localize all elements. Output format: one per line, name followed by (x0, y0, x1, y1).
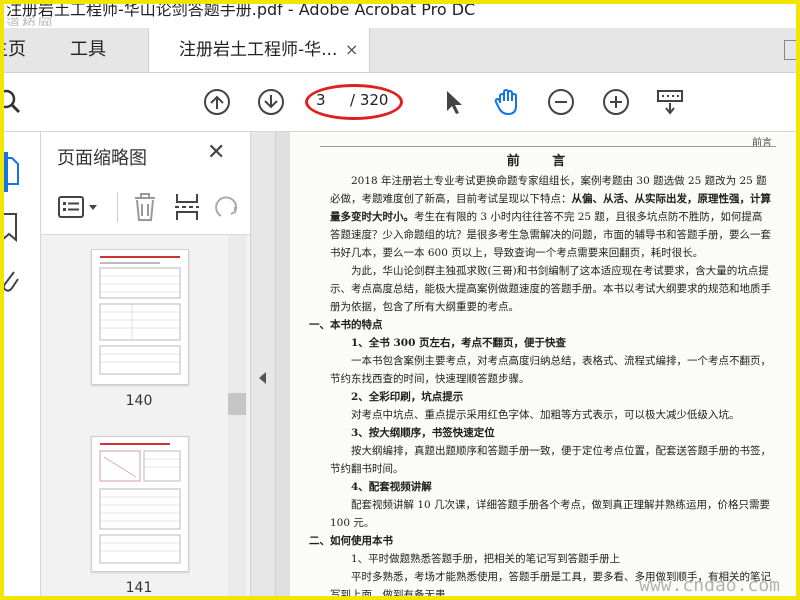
collapse-arrow-icon (259, 372, 266, 384)
thumbnail-label-141: 141 (125, 580, 153, 596)
delete-page-icon[interactable] (131, 192, 159, 222)
paragraph: 1、平时做题熟悉答题手册，把相关的笔记写到答题手册上 (330, 550, 772, 568)
text-run: 配套视频讲解 10 几次课，详细答题手册各个考点，做到真正理解并熟练运用，价格只… (330, 499, 771, 529)
window-corner-icon (784, 40, 796, 60)
page-down-icon[interactable] (256, 87, 286, 117)
text-run: 一本书包含案例主要考点，对考点高度归纳总结，表格式、流程式编排，一个考点不翻页，… (330, 355, 771, 385)
paragraph: 为此，华山论剑群主独孤求败(三哥)和书剑编制了这本适应现在考试要求，含大量的坑点… (330, 262, 772, 316)
zoom-in-icon[interactable] (601, 87, 631, 117)
toolbar: 3 / 320 (4, 73, 796, 132)
text-run: 二、如何使用本书 (309, 535, 393, 547)
watermark-bottom: www.cndao.com (639, 575, 780, 596)
thumbnail-preview (99, 256, 181, 375)
panel-title: 页面缩略图 (57, 148, 147, 169)
text-run: 一、本书的特点 (309, 319, 383, 331)
page-heading: 前 言 (506, 154, 580, 169)
thumbnail-scrollbar-thumb[interactable] (228, 393, 246, 415)
section-heading: 二、如何使用本书 (309, 532, 772, 550)
document-view[interactable]: 前言 前 言 2018 年注册岩土专业考试更换命题专家组组长，案例考题由 30 … (276, 132, 796, 596)
acrobat-window: 注册岩土工程师-华山论剑答题手册.pdf - Adobe Acrobat Pro… (0, 0, 800, 600)
thumbnail-page-140[interactable] (91, 249, 189, 385)
tab-tools[interactable]: 工具 (70, 28, 106, 72)
zoom-out-icon[interactable] (546, 87, 576, 117)
window-title: 注册岩土工程师-华山论剑答题手册.pdf - Adobe Acrobat Pro… (6, 4, 476, 19)
text-run: 4、配套视频讲解 (351, 481, 432, 493)
text-run: 对考点中坑点、重点提示采用红色字体、加粗等方式表示，可以极大减少低级入坑。 (351, 409, 740, 421)
thumbnail-page-141[interactable] (91, 436, 189, 572)
subsection-heading: 4、配套视频讲解 (330, 478, 772, 496)
panel-collapse-handle[interactable] (251, 132, 276, 596)
search-icon[interactable] (0, 87, 26, 117)
title-bar: 注册岩土工程师-华山论剑答题手册.pdf - Adobe Acrobat Pro… (4, 4, 796, 26)
section-heading: 一、本书的特点 (309, 316, 772, 334)
subsection-heading: 2、全彩印刷，坑点提示 (330, 388, 772, 406)
page-thumbnails-panel: 页面缩略图 ✕ 140 141 (41, 132, 251, 596)
extract-page-icon[interactable] (173, 192, 201, 222)
tab-bar: 主页 工具 注册岩土工程师-华... × (4, 28, 796, 73)
thumbnail-toolbar (41, 182, 250, 235)
tab-document-label: 注册岩土工程师-华... (179, 40, 338, 60)
subsection-heading: 3、按大纲顺序，书签快速定位 (330, 424, 772, 442)
toolbar-divider (117, 192, 118, 222)
select-cursor-icon[interactable] (438, 87, 468, 117)
tab-close-button[interactable]: × (345, 28, 358, 72)
attachments-icon[interactable] (0, 266, 22, 296)
rotate-page-icon[interactable] (213, 192, 241, 222)
paragraph: 配套视频讲解 10 几次课，详细答题手册各个考点，做到真正理解并熟练运用，价格只… (330, 496, 772, 532)
page-thumbnails-icon[interactable] (0, 156, 22, 186)
panel-close-button[interactable]: ✕ (207, 140, 225, 165)
text-run: 1、全书 300 页左右，考点不翻页，便于快查 (351, 337, 567, 349)
paragraph: 对考点中坑点、重点提示采用红色字体、加粗等方式表示，可以极大减少低级入坑。 (330, 406, 772, 424)
paragraph: 按大纲编排，真题出题顺序和答题手册一致，便于定位考点位置，配套送答题手册的书签，… (330, 442, 772, 478)
red-annotation-circle (305, 84, 403, 120)
thumbnail-preview (99, 443, 181, 564)
keyboard-scroll-icon[interactable] (655, 87, 685, 117)
thumbnail-list: 140 141 (41, 235, 250, 596)
text-run: 按大纲编排，真题出题顺序和答题手册一致，便于定位考点位置，配套送答题手册的书签，… (330, 445, 771, 475)
hand-tool-icon[interactable] (492, 87, 522, 117)
text-run: 为此，华山论剑群主独孤求败(三哥)和书剑编制了这本适应现在考试要求，含大量的坑点… (330, 265, 771, 313)
text-run: 1、平时做题熟悉答题手册，把相关的笔记写到答题手册上 (351, 553, 621, 565)
thumbnail-scrollbar-track[interactable] (228, 235, 246, 596)
page-up-icon[interactable] (202, 87, 232, 117)
paragraph: 2018 年注册岩土专业考试更换命题专家组组长，案例考题由 30 题选做 25 … (330, 172, 772, 262)
document-page: 前言 前 言 2018 年注册岩土专业考试更换命题专家组组长，案例考题由 30 … (290, 132, 796, 596)
text-run: 2、全彩印刷，坑点提示 (351, 391, 464, 403)
left-navigation-rail (4, 132, 41, 596)
subsection-heading: 1、全书 300 页左右，考点不翻页，便于快查 (330, 334, 772, 352)
header-rule (320, 146, 776, 147)
watermark-top: 道桥网 (6, 17, 54, 26)
tab-home[interactable]: 主页 (4, 28, 26, 72)
thumbnail-options-icon[interactable] (57, 194, 101, 222)
paragraph: 一本书包含案例主要考点，对考点高度归纳总结，表格式、流程式编排，一个考点不翻页，… (330, 352, 772, 388)
bookmarks-icon[interactable] (0, 212, 22, 242)
document-body: 2018 年注册岩土专业考试更换命题专家组组长，案例考题由 30 题选做 25 … (309, 172, 772, 596)
tab-document[interactable]: 注册岩土工程师-华... × (148, 28, 370, 72)
thumbnail-label-140: 140 (125, 393, 153, 409)
text-run: 3、按大纲顺序，书签快速定位 (351, 427, 495, 439)
